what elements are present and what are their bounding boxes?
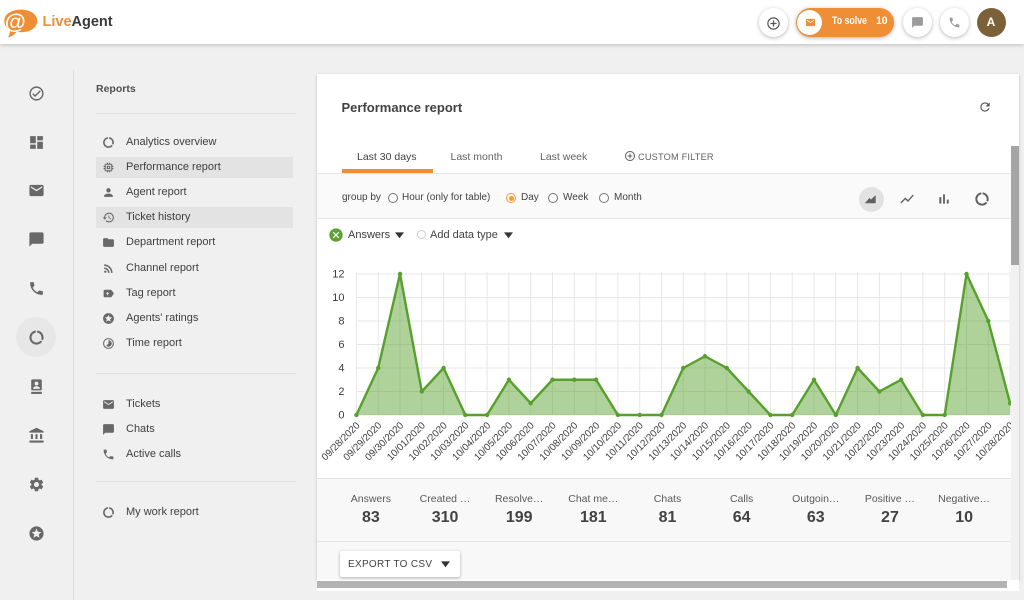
svg-text:0: 0	[338, 410, 344, 422]
svg-text:4: 4	[338, 363, 344, 375]
svg-text:8: 8	[338, 316, 344, 328]
svg-text:10: 10	[332, 292, 344, 304]
svg-text:6: 6	[338, 339, 344, 351]
svg-text:@: @	[5, 10, 26, 34]
svg-text:2: 2	[338, 386, 344, 398]
svg-text:12: 12	[332, 269, 344, 281]
